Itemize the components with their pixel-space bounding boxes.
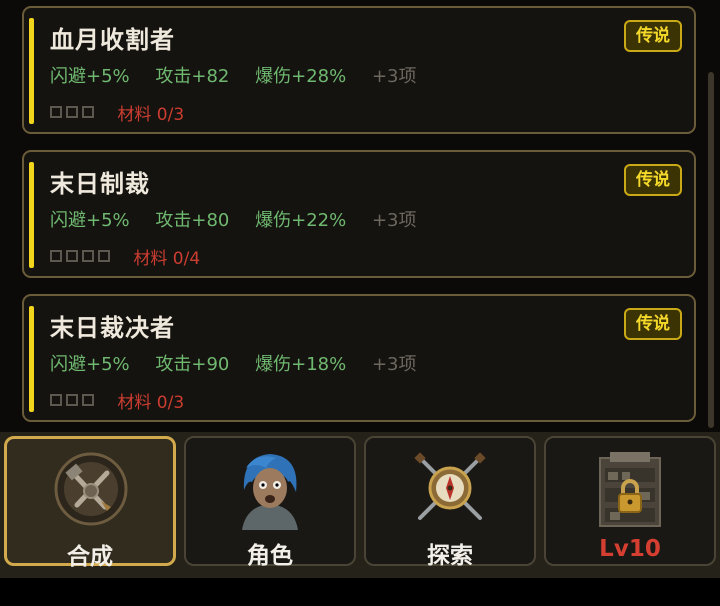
material-count: 材料 0/4 <box>133 249 201 269</box>
tab-character[interactable]: 角色 <box>184 436 356 569</box>
recipe-card[interactable]: 末日制裁 传说 闪避+5% 攻击+80 爆伤+22% +3项 材料 0/4 <box>22 150 696 278</box>
rarity-badge: 传说 <box>624 308 682 340</box>
recipe-list: 血月收割者 传说 闪避+5% 攻击+82 爆伤+28% +3项 材料 0/3 末… <box>0 0 720 430</box>
stat-dodge: 闪避+5% <box>50 354 130 375</box>
tab-label: Lv10 <box>599 536 661 562</box>
tab-label: 合成 <box>67 544 113 570</box>
empty-slot-icon <box>82 249 94 262</box>
stat-line: 闪避+5% 攻击+90 爆伤+18% +3项 <box>50 350 436 376</box>
tab-label: 角色 <box>247 543 293 569</box>
empty-slot-icon <box>66 393 78 406</box>
bottom-bar <box>0 578 720 606</box>
bottom-nav: 合成 角色 探索 Lv10 <box>0 432 720 578</box>
empty-slot-icon <box>66 105 78 118</box>
material-slots <box>50 247 114 267</box>
stat-crit-damage: 爆伤+18% <box>255 354 347 375</box>
character-portrait-icon <box>242 454 298 530</box>
stat-more: +3项 <box>371 66 417 87</box>
empty-slot-icon <box>82 393 94 406</box>
stat-dodge: 闪避+5% <box>50 66 130 87</box>
list-scrollbar[interactable] <box>708 72 714 428</box>
empty-slot-icon <box>50 249 62 262</box>
tab-label: 探索 <box>427 543 473 569</box>
rarity-badge: 传说 <box>624 20 682 52</box>
empty-slot-icon <box>98 249 110 262</box>
material-row: 材料 0/3 <box>50 388 184 413</box>
stat-more: +3项 <box>371 354 417 375</box>
compass-swords-icon <box>414 452 486 520</box>
stat-dodge: 闪避+5% <box>50 210 130 231</box>
stat-attack: 攻击+82 <box>155 66 230 87</box>
stat-attack: 攻击+80 <box>155 210 230 231</box>
empty-slot-icon <box>82 105 94 118</box>
rarity-bar <box>29 306 34 412</box>
stat-more: +3项 <box>371 210 417 231</box>
tab-shop-locked[interactable]: Lv10 <box>544 436 716 566</box>
material-row: 材料 0/3 <box>50 100 184 125</box>
stat-crit-damage: 爆伤+28% <box>255 66 347 87</box>
recipe-name: 末日裁决者 <box>50 314 175 342</box>
recipe-name: 血月收割者 <box>50 26 175 54</box>
recipe-card[interactable]: 末日裁决者 传说 闪避+5% 攻击+90 爆伤+18% +3项 材料 0/3 <box>22 294 696 422</box>
empty-slot-icon <box>50 393 62 406</box>
material-row: 材料 0/4 <box>50 244 200 269</box>
empty-slot-icon <box>66 249 78 262</box>
material-count: 材料 0/3 <box>117 105 185 125</box>
rarity-bar <box>29 162 34 268</box>
stat-attack: 攻击+90 <box>155 354 230 375</box>
stat-line: 闪避+5% 攻击+82 爆伤+28% +3项 <box>50 62 436 88</box>
tab-crafting[interactable]: 合成 <box>4 436 176 570</box>
tab-explore[interactable]: 探索 <box>364 436 536 569</box>
stat-line: 闪避+5% 攻击+80 爆伤+22% +3项 <box>50 206 436 232</box>
stat-crit-damage: 爆伤+22% <box>255 210 347 231</box>
rarity-bar <box>29 18 34 124</box>
material-slots <box>50 103 98 123</box>
material-count: 材料 0/3 <box>117 393 185 413</box>
empty-slot-icon <box>50 105 62 118</box>
locked-shop-icon <box>599 452 661 527</box>
recipe-card[interactable]: 血月收割者 传说 闪避+5% 攻击+82 爆伤+28% +3项 材料 0/3 <box>22 6 696 134</box>
recipe-name: 末日制裁 <box>50 170 150 198</box>
rarity-badge: 传说 <box>624 164 682 196</box>
crafting-gear-icon <box>54 452 128 526</box>
material-slots <box>50 391 98 411</box>
